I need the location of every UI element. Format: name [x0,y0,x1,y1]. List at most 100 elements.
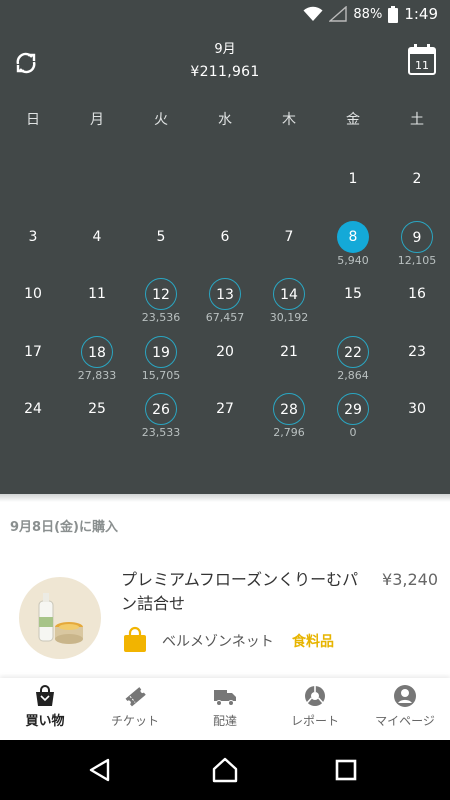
calendar-icon: 11 [408,44,436,75]
calendar-day-amount: 27,833 [77,369,117,382]
category-label: 食料品 [292,634,334,650]
nav-mypage[interactable]: マイページ [360,678,450,740]
calendar-day-number: 15 [344,286,362,302]
calendar-day-number: 4 [92,229,102,245]
calendar-day[interactable]: 23 [385,336,449,392]
ticket-icon [125,687,146,707]
calendar-day-number: 28 [273,393,305,425]
calendar-day[interactable]: 25 [65,393,129,449]
calendar-day-number: 6 [220,229,230,245]
weekday-label: 水 [218,112,232,128]
weekday-label: 日 [26,112,40,128]
calendar-day-number: 10 [24,286,42,302]
product-thumbnail [19,577,101,659]
calendar-day[interactable]: 14 30,192 [257,278,321,334]
calendar-header: 9月 ¥211,961 11 [0,32,450,92]
product-title: プレミアムフローズンくりーむパン詰合せ [121,570,359,613]
calendar-day-amount: 12,105 [397,254,437,267]
weekday-label: 木 [282,112,296,128]
nav-delivery[interactable]: 配達 [180,678,270,740]
recent-apps-icon[interactable] [332,756,360,784]
calendar-day[interactable]: 7 [257,221,321,277]
nav-shopping[interactable]: 買い物 [0,678,90,740]
calendar-day-number: 29 [337,393,369,425]
calendar-day[interactable]: 21 [257,336,321,392]
calendar-day[interactable]: 20 [193,336,257,392]
calendar-day[interactable]: 16 [385,278,449,334]
calendar-day[interactable]: 18 27,833 [65,336,129,392]
account-icon [394,685,416,707]
calendar-day-number: 5 [156,229,166,245]
calendar-day[interactable]: 29 0 [321,393,385,449]
nav-label: レポート [290,714,339,728]
weekday-label: 土 [410,112,424,128]
calendar-day-amount: 0 [349,426,357,439]
purchase-item[interactable]: プレミアムフローズンくりーむパン詰合せ ¥3,240 ベルメゾンネット 食料品 [0,560,450,670]
divider-shadow [0,494,450,502]
system-nav-bar [0,740,450,800]
calendar-day-amount: 15,705 [141,369,181,382]
weekday-label: 月 [90,112,104,128]
back-icon[interactable] [86,756,114,784]
calendar-today-button[interactable]: 11 [408,44,436,76]
nav-report[interactable]: レポート [270,678,360,740]
calendar-day[interactable]: 30 [385,393,449,449]
calendar-day-number: 11 [88,286,106,302]
shopping-bag-icon [36,685,54,706]
calendar-day[interactable]: 28 2,796 [257,393,321,449]
calendar-day[interactable]: 12 23,536 [129,278,193,334]
calendar-day-number: 9 [401,221,433,253]
calendar-day[interactable]: 4 [65,221,129,277]
calendar-day[interactable]: 13 67,457 [193,278,257,334]
calendar-day-amount: 23,536 [141,311,181,324]
calendar-day-number: 12 [145,278,177,310]
calendar-day[interactable]: 19 15,705 [129,336,193,392]
calendar-day[interactable]: 15 [321,278,385,334]
battery-icon [388,5,399,23]
calendar-day[interactable]: 6 [193,221,257,277]
calendar-day-amount: 2,864 [337,369,369,382]
calendar-day-number: 25 [88,401,106,417]
calendar-day-amount: 30,192 [269,311,309,324]
calendar-day[interactable]: 9 12,105 [385,221,449,277]
weekday-label: 火 [154,112,168,128]
svg-text:11: 11 [415,59,429,72]
weekday-label: 金 [346,112,360,128]
calendar-day[interactable]: 1 [321,163,385,219]
calendar-day[interactable]: 5 [129,221,193,277]
battery-percent: 88% [353,6,383,22]
nav-label: マイページ [375,714,435,728]
calendar-day[interactable]: 3 [1,221,65,277]
calendar-day-number: 30 [408,401,426,417]
signal-icon [329,6,348,22]
calendar-day[interactable]: 22 2,864 [321,336,385,392]
calendar-day[interactable]: 8 5,940 [321,221,385,277]
month-label: 9月 [214,42,236,57]
calendar-day-amount: 67,457 [205,311,245,324]
calendar-day-number: 21 [280,344,298,360]
pie-chart-icon [305,686,325,706]
calendar-day-number: 3 [28,229,38,245]
shopping-bag-icon [124,626,146,652]
calendar-day-number: 19 [145,336,177,368]
nav-label: 買い物 [25,714,65,729]
home-icon[interactable] [211,756,239,784]
calendar-day[interactable]: 27 [193,393,257,449]
calendar-day[interactable]: 17 [1,336,65,392]
purchase-date-heading: 9月8日(金)に購入 [10,520,118,535]
wifi-icon [303,6,323,21]
calendar-day-number: 7 [284,229,294,245]
calendar-day[interactable]: 10 [1,278,65,334]
calendar-day-number: 27 [216,401,234,417]
calendar-day-number: 1 [348,171,358,187]
calendar-day-number: 8 [337,221,369,253]
calendar-day-number: 16 [408,286,426,302]
calendar-day[interactable]: 2 [385,163,449,219]
weekday-row: 日月火水木金土 [0,109,450,129]
status-bar: 88% 1:49 [0,0,450,32]
calendar-day[interactable]: 26 23,533 [129,393,193,449]
nav-ticket[interactable]: チケット [90,678,180,740]
calendar-day[interactable]: 11 [65,278,129,334]
calendar-day[interactable]: 24 [1,393,65,449]
calendar-day-number: 24 [24,401,42,417]
